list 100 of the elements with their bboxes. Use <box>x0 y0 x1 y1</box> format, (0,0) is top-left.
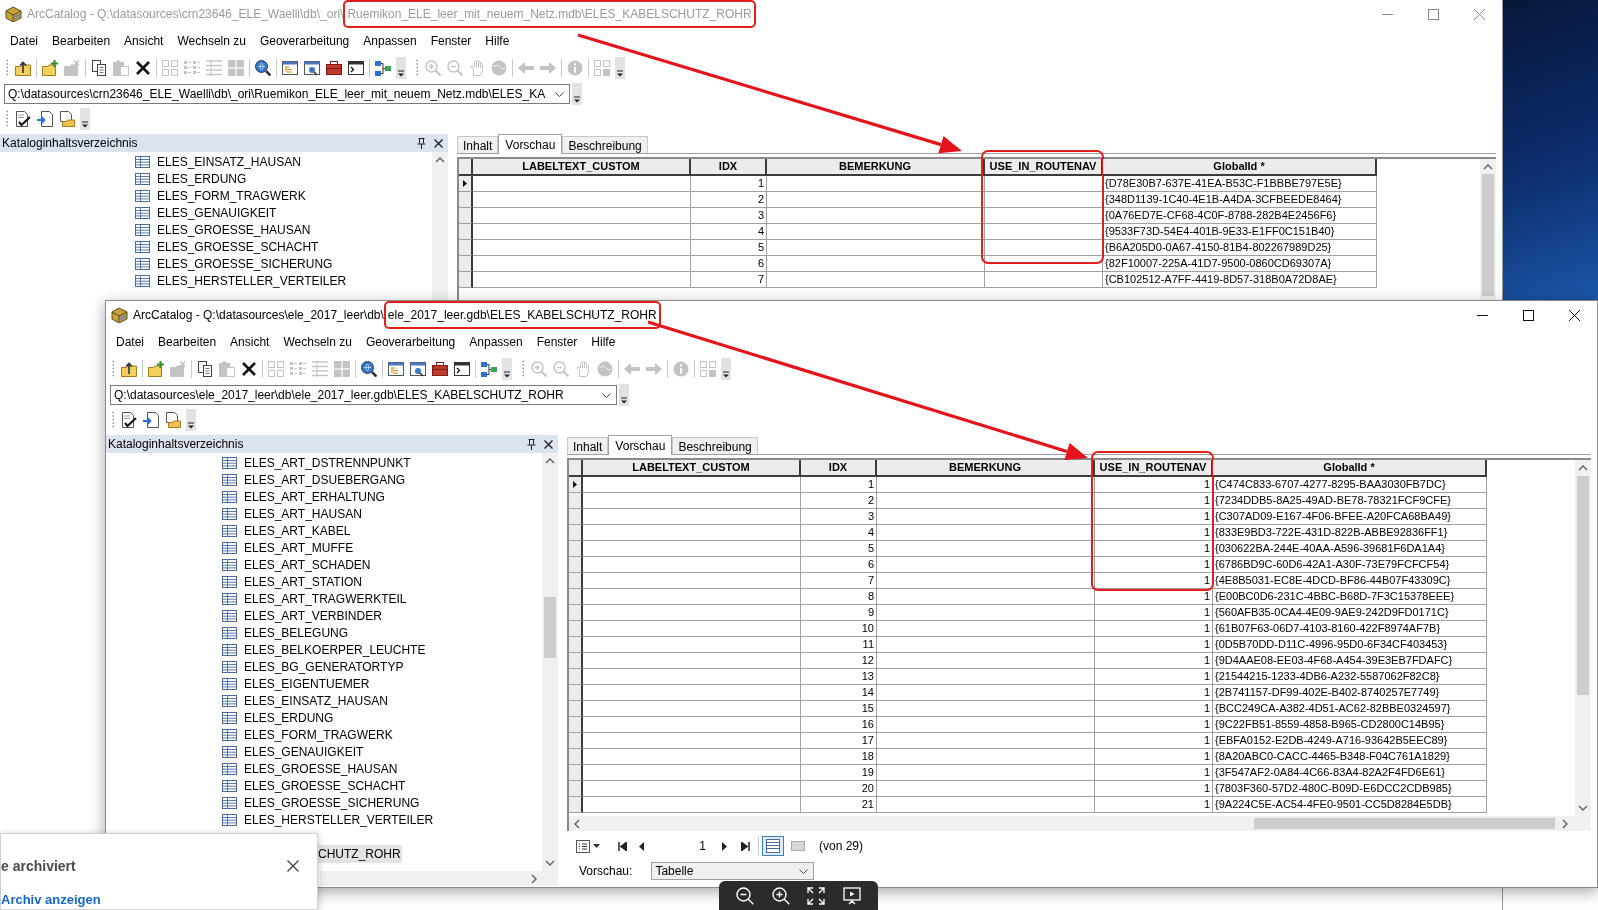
scroll-right-icon[interactable] <box>530 873 538 884</box>
scroll-thumb[interactable] <box>544 597 556 658</box>
scroll-up-icon[interactable] <box>1578 464 1588 472</box>
tree-item[interactable]: ELES_GROESSE_SCHACHT <box>135 237 321 256</box>
tree-item[interactable]: ELES_EIGENTUEMER <box>222 674 372 693</box>
tree-item[interactable]: ELES_GENAUIGKEIT <box>135 203 279 222</box>
column-header[interactable]: IDX <box>801 460 877 477</box>
model-icon[interactable] <box>481 361 497 377</box>
tree-item[interactable]: ELES_ART_SCHADEN <box>222 555 373 574</box>
search-window-icon[interactable] <box>304 60 320 76</box>
zoom-in-icon[interactable] <box>771 886 790 905</box>
overflow-icon[interactable] <box>572 83 583 105</box>
tree-item[interactable]: ELES_BELKOERPER_LEUCHTE <box>222 640 428 659</box>
row-selector[interactable] <box>569 541 583 557</box>
menu-item[interactable]: Hilfe <box>478 31 517 51</box>
close-icon[interactable] <box>544 439 553 449</box>
row-selector[interactable] <box>459 272 473 288</box>
tree-item[interactable]: ELES_ART_DSUEBERGANG <box>222 470 408 489</box>
tab[interactable]: Beschreibung <box>562 136 648 153</box>
tree-item[interactable]: ELES_ART_MUFFE <box>222 538 356 557</box>
grip-icon[interactable] <box>6 110 9 128</box>
tree-item[interactable]: ELES_GENAUIGKEIT <box>222 742 366 761</box>
document-check-icon[interactable] <box>121 412 137 428</box>
search-window-icon[interactable] <box>410 361 426 377</box>
menu-item[interactable]: Wechseln zu <box>276 332 359 352</box>
tree-window-icon[interactable] <box>388 361 404 377</box>
column-header[interactable]: BEMERKUNG <box>767 159 985 176</box>
search-icon[interactable] <box>361 361 377 377</box>
tree-item[interactable]: ELES_GROESSE_SICHERUNG <box>222 793 422 812</box>
vertical-scrollbar[interactable] <box>542 453 558 871</box>
copy-icon[interactable] <box>91 60 107 76</box>
tab[interactable]: Inhalt <box>567 437 609 454</box>
tree-item[interactable]: ELES_ART_TRAGWERKTEIL <box>222 589 409 608</box>
column-header[interactable]: IDX <box>691 159 767 176</box>
menu-item[interactable]: Geoverarbeitung <box>358 332 463 352</box>
overflow-icon[interactable] <box>80 108 90 130</box>
tree-item[interactable]: CHUTZ_ROHR <box>317 844 402 863</box>
overflow-icon[interactable] <box>615 57 625 79</box>
grip-icon[interactable] <box>112 411 115 429</box>
fullscreen-icon[interactable] <box>807 886 826 905</box>
tree-item[interactable]: ELES_GROESSE_HAUSAN <box>222 759 400 778</box>
document-export-icon[interactable] <box>165 412 181 428</box>
overflow-icon[interactable] <box>619 384 629 406</box>
row-selector[interactable] <box>569 717 583 733</box>
close-icon[interactable] <box>287 860 299 872</box>
column-header[interactable]: GlobalId * <box>1103 159 1377 176</box>
document-check-icon[interactable] <box>15 111 31 127</box>
folder-up-icon[interactable] <box>121 361 137 377</box>
tree-item[interactable]: ELES_ART_DSTRENNPUNKT <box>222 453 413 472</box>
close-icon[interactable] <box>434 138 443 148</box>
preview-dropdown[interactable]: Tabelle <box>651 862 815 880</box>
grip-icon[interactable] <box>6 59 9 77</box>
grip-icon[interactable] <box>112 360 115 378</box>
column-header[interactable]: LABELTEXT_CUSTOM <box>583 460 801 477</box>
menu-item[interactable]: Hilfe <box>584 332 623 352</box>
row-selector[interactable] <box>569 509 583 525</box>
row-selector[interactable] <box>569 605 583 621</box>
horizontal-scrollbar[interactable] <box>569 816 1591 831</box>
vertical-scrollbar[interactable] <box>1480 159 1496 300</box>
scroll-thumb[interactable] <box>1254 818 1555 829</box>
row-selector[interactable] <box>569 669 583 685</box>
document-export-icon[interactable] <box>59 111 75 127</box>
close-icon[interactable] <box>1568 309 1580 321</box>
column-header[interactable]: BEMERKUNG <box>877 460 1095 477</box>
next-record-icon[interactable] <box>722 841 727 851</box>
scroll-thumb[interactable] <box>1577 476 1589 695</box>
scroll-down-icon[interactable] <box>545 859 555 867</box>
row-selector[interactable] <box>459 224 473 240</box>
row-selector[interactable] <box>569 621 583 637</box>
grip-icon[interactable] <box>416 59 419 77</box>
row-selector[interactable] <box>569 733 583 749</box>
console-icon[interactable] <box>454 361 470 377</box>
scroll-right-icon[interactable] <box>1561 818 1569 829</box>
row-selector[interactable] <box>569 477 583 493</box>
row-selector[interactable] <box>569 685 583 701</box>
menu-item[interactable]: Anpassen <box>462 332 530 352</box>
row-selector[interactable] <box>569 765 583 781</box>
tree-item[interactable]: ELES_BG_GENERATORTYP <box>222 657 406 676</box>
row-selector[interactable] <box>569 797 583 813</box>
row-selector[interactable] <box>569 781 583 797</box>
tree-item[interactable]: ELES_ERDUNG <box>135 169 249 188</box>
tree-item[interactable]: ELES_ART_KABEL <box>222 521 353 540</box>
menu-item[interactable]: Bearbeiten <box>151 332 224 352</box>
last-record-icon[interactable] <box>741 841 750 851</box>
tree-item[interactable]: ELES_EINSATZ_HAUSAN <box>135 152 303 171</box>
grip-icon[interactable] <box>522 360 525 378</box>
all-records-button[interactable] <box>762 836 784 856</box>
menu-item[interactable]: Anpassen <box>356 31 424 51</box>
delete-icon[interactable] <box>241 361 257 377</box>
menu-item[interactable]: Ansicht <box>117 31 171 51</box>
row-selector[interactable] <box>569 493 583 509</box>
menu-item[interactable]: Datei <box>109 332 151 352</box>
folder-plus-icon[interactable] <box>42 60 58 76</box>
row-selector[interactable] <box>459 192 473 208</box>
document-import-icon[interactable] <box>143 412 159 428</box>
tree-window-icon[interactable] <box>282 60 298 76</box>
row-selector[interactable] <box>459 208 473 224</box>
copy-icon[interactable] <box>197 361 213 377</box>
tab[interactable]: Vorschau <box>498 134 563 154</box>
row-selector[interactable] <box>459 240 473 256</box>
